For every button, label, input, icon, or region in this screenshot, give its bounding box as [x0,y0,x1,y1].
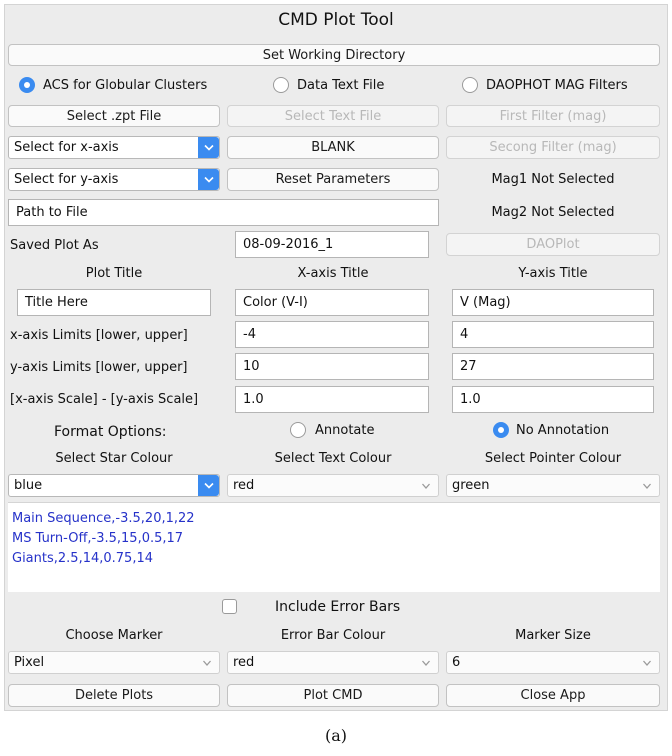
y-axis-title-field[interactable]: V (Mag) [452,289,654,316]
star-colour-label: Select Star Colour [55,450,173,466]
marker-value: Pixel [14,655,45,670]
annotation-line: MS Turn-Off,-3.5,15,0.5,17 [12,531,184,546]
y-axis-title-header: Y-axis Title [518,265,588,281]
plot-title-field[interactable]: Title Here [17,289,211,316]
axis-scale-label: [x-axis Scale] - [y-axis Scale] [10,392,199,407]
annotation-line: Giants,2.5,14,0.75,14 [12,551,153,566]
daophot-radio-label: DAOPHOT MAG Filters [486,77,628,93]
y-lower-limit-field[interactable]: 10 [235,353,429,380]
error-bar-colour-value: red [233,655,255,670]
x-lower-limit-field[interactable]: -4 [235,321,429,348]
annotation-line: Main Sequence,-3.5,20,1,22 [12,511,195,526]
x-axis-title-field[interactable]: Color (V-I) [235,289,429,316]
error-bar-colour-select[interactable]: red [227,651,439,674]
format-options-label: Format Options: [54,424,167,440]
x-axis-select[interactable]: Select for x-axis [8,136,220,159]
no-annotation-radio-label: No Annotation [516,422,610,438]
data-text-file-radio-label: Data Text File [297,77,385,93]
blank-button[interactable]: BLANK [227,136,439,159]
select-zpt-file-button[interactable]: Select .zpt File [8,105,220,127]
daoplot-button[interactable]: DAOPlot [446,233,660,256]
saved-plot-label: Saved Plot As [10,237,99,253]
set-working-directory-button[interactable]: Set Working Directory [8,44,660,66]
y-axis-limits-label: y-axis Limits [lower, upper] [10,360,188,375]
x-axis-title-header: X-axis Title [297,265,369,281]
x-axis-select-value: Select for x-axis [14,140,119,155]
pointer-colour-select[interactable]: green [446,474,660,497]
pointer-colour-value: green [452,478,490,493]
chevron-down-icon [198,169,219,190]
plot-cmd-button[interactable]: Plot CMD [227,684,439,707]
marker-select[interactable]: Pixel [8,651,220,674]
chevron-down-icon [203,660,211,666]
mag2-status: Mag2 Not Selected [491,205,615,220]
reset-parameters-button[interactable]: Reset Parameters [227,168,439,191]
chevron-down-icon [643,660,651,666]
error-bar-colour-label: Error Bar Colour [280,627,386,643]
text-colour-value: red [233,478,255,493]
plot-title-header: Plot Title [85,265,143,281]
chevron-down-icon [422,483,430,489]
marker-size-label: Marker Size [515,627,591,643]
saved-plot-field[interactable]: 08-09-2016_1 [235,231,429,258]
window-title: CMD Plot Tool [278,10,394,30]
mag1-status: Mag1 Not Selected [491,172,615,187]
data-text-file-radio[interactable] [273,77,289,93]
y-axis-select[interactable]: Select for y-axis [8,168,220,191]
y-axis-select-value: Select for y-axis [14,172,119,187]
y-scale-field[interactable]: 1.0 [452,386,654,413]
star-colour-select[interactable]: blue [8,474,220,497]
no-annotation-radio[interactable] [493,422,509,438]
choose-marker-label: Choose Marker [65,627,163,643]
x-axis-limits-label: x-axis Limits [lower, upper] [10,328,188,343]
include-error-bars-checkbox[interactable] [222,599,237,614]
acs-radio[interactable] [19,77,35,93]
path-to-file-field[interactable]: Path to File [8,199,439,226]
chevron-down-icon [198,137,219,158]
y-upper-limit-field[interactable]: 27 [452,353,654,380]
chevron-down-icon [422,660,430,666]
pointer-colour-label: Select Pointer Colour [484,450,622,466]
marker-size-value: 6 [452,655,461,670]
chevron-down-icon [198,475,219,496]
chevron-down-icon [643,483,651,489]
figure-caption: (a) [324,726,348,745]
text-colour-select[interactable]: red [227,474,439,497]
select-text-file-button[interactable]: Select Text File [227,105,439,127]
x-scale-field[interactable]: 1.0 [235,386,429,413]
annotate-radio-label: Annotate [315,422,375,438]
daophot-radio[interactable] [462,77,478,93]
marker-size-select[interactable]: 6 [446,651,660,674]
second-filter-button[interactable]: Secong Filter (mag) [446,136,660,159]
first-filter-button[interactable]: First Filter (mag) [446,105,660,127]
star-colour-value: blue [14,478,43,493]
text-colour-label: Select Text Colour [274,450,392,466]
x-upper-limit-field[interactable]: 4 [452,321,654,348]
annotate-radio[interactable] [290,422,306,438]
include-error-bars-label: Include Error Bars [275,599,401,615]
close-app-button[interactable]: Close App [446,684,660,707]
annotations-textarea[interactable]: Main Sequence,-3.5,20,1,22 MS Turn-Off,-… [8,502,660,592]
acs-radio-label: ACS for Globular Clusters [43,77,208,93]
delete-plots-button[interactable]: Delete Plots [8,684,220,707]
